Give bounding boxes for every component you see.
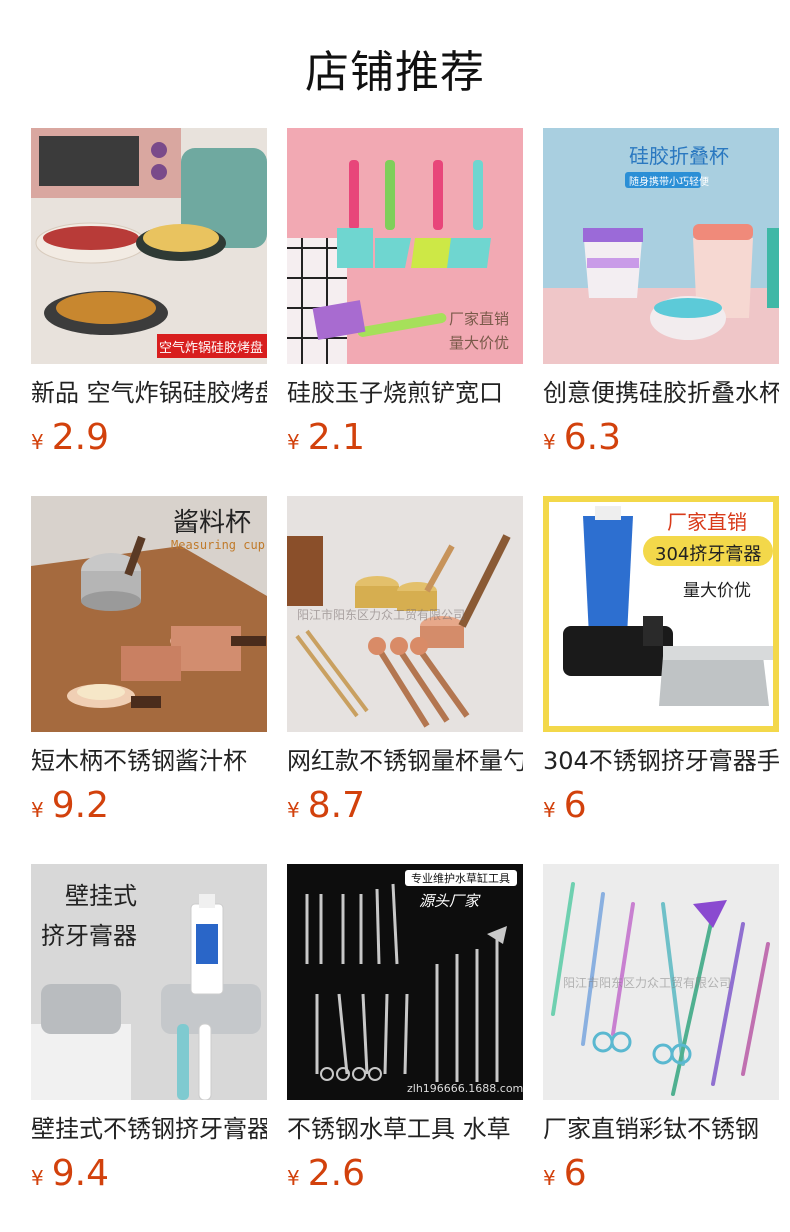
- product-name[interactable]: 网红款不锈钢量杯量勺: [287, 744, 523, 778]
- product-image[interactable]: 酱料杯 Measuring cup: [31, 496, 267, 732]
- price-value: 9.4: [51, 1153, 109, 1194]
- image-caption: 304挤牙膏器: [655, 544, 762, 565]
- product-name[interactable]: 不锈钢水草工具 水草: [287, 1112, 523, 1146]
- product-price: ¥2.1: [287, 416, 523, 460]
- product-card[interactable]: 壁挂式 挤牙膏器 壁挂式不锈钢挤牙膏器 ¥9.4: [31, 864, 267, 1196]
- product-name[interactable]: 304不锈钢挤牙膏器手: [543, 744, 779, 778]
- image-caption: Measuring cup: [171, 538, 265, 552]
- price-value: 6: [563, 1153, 587, 1194]
- product-price: ¥6.3: [543, 416, 779, 460]
- image-caption: 硅胶折叠杯: [629, 144, 729, 168]
- product-image[interactable]: 专业维护水草缸工具 源头厂家 zlh196666.1688.com: [287, 864, 523, 1100]
- product-card[interactable]: 阳江市阳东区力众工贸有限公司 网红款不锈钢量杯量勺 ¥8.7: [287, 496, 523, 828]
- currency-symbol: ¥: [287, 430, 300, 454]
- page-title: 店铺推荐: [305, 47, 485, 98]
- currency-symbol: ¥: [543, 798, 556, 822]
- product-name[interactable]: 厂家直销彩钛不锈钢: [543, 1112, 779, 1146]
- image-caption: 专业维护水草缸工具: [411, 872, 510, 885]
- product-image[interactable]: 硅胶折叠杯 随身携带 小巧轻便: [543, 128, 779, 364]
- price-value: 6: [563, 785, 587, 826]
- product-image[interactable]: 空气炸锅硅胶烤盘: [31, 128, 267, 364]
- product-card[interactable]: 酱料杯 Measuring cup 短木柄不锈钢酱汁杯 ¥9.2: [31, 496, 267, 828]
- price-value: 2.9: [51, 417, 109, 458]
- image-caption: 量大价优: [683, 581, 751, 601]
- price-value: 9.2: [51, 785, 109, 826]
- currency-symbol: ¥: [287, 1166, 300, 1190]
- watermark: 阳江市阳东区力众工贸有限公司: [563, 976, 732, 990]
- product-name[interactable]: 创意便携硅胶折叠水杯: [543, 376, 779, 410]
- price-value: 8.7: [307, 785, 365, 826]
- product-name[interactable]: 硅胶玉子烧煎铲宽口: [287, 376, 523, 410]
- image-caption: 酱料杯: [173, 508, 252, 538]
- product-card[interactable]: 厂家直销 304挤牙膏器 量大价优 304不锈钢挤牙膏器手 ¥6: [543, 496, 779, 828]
- product-card[interactable]: 空气炸锅硅胶烤盘 新品 空气炸锅硅胶烤盘 ¥2.9: [31, 128, 267, 460]
- currency-symbol: ¥: [287, 798, 300, 822]
- product-name[interactable]: 短木柄不锈钢酱汁杯: [31, 744, 267, 778]
- product-image[interactable]: 阳江市阳东区力众工贸有限公司: [543, 864, 779, 1100]
- product-card[interactable]: 专业维护水草缸工具 源头厂家 zlh196666.1688.com 不锈钢水草工…: [287, 864, 523, 1196]
- product-image[interactable]: 厂家直销 304挤牙膏器 量大价优: [543, 496, 779, 732]
- image-caption: 厂家直销: [667, 510, 747, 534]
- product-card[interactable]: 硅胶折叠杯 随身携带 小巧轻便 创意便携硅胶折叠水杯 ¥6.3: [543, 128, 779, 460]
- currency-symbol: ¥: [31, 798, 44, 822]
- product-price: ¥2.9: [31, 416, 267, 460]
- image-caption: 空气炸锅硅胶烤盘: [159, 341, 264, 356]
- watermark: 阳江市阳东区力众工贸有限公司: [297, 608, 466, 622]
- price-value: 2.1: [307, 417, 365, 458]
- product-price: ¥9.2: [31, 784, 267, 828]
- image-caption: 厂家直销: [449, 310, 510, 328]
- product-name[interactable]: 新品 空气炸锅硅胶烤盘: [31, 376, 267, 410]
- product-price: ¥6: [543, 1152, 779, 1196]
- currency-symbol: ¥: [543, 1166, 556, 1190]
- product-image[interactable]: 厂家直销 量大价优: [287, 128, 523, 364]
- product-card[interactable]: 厂家直销 量大价优 硅胶玉子烧煎铲宽口 ¥2.1: [287, 128, 523, 460]
- image-caption: 量大价优: [449, 334, 510, 352]
- product-card[interactable]: 阳江市阳东区力众工贸有限公司 厂家直销彩钛不锈钢 ¥6: [543, 864, 779, 1196]
- product-image[interactable]: 壁挂式 挤牙膏器: [31, 864, 267, 1100]
- product-price: ¥2.6: [287, 1152, 523, 1196]
- product-price: ¥9.4: [31, 1152, 267, 1196]
- product-image[interactable]: 阳江市阳东区力众工贸有限公司: [287, 496, 523, 732]
- product-name[interactable]: 壁挂式不锈钢挤牙膏器: [31, 1112, 267, 1146]
- image-caption: 源头厂家: [419, 892, 480, 910]
- image-caption: 壁挂式: [65, 882, 137, 910]
- product-price: ¥6: [543, 784, 779, 828]
- currency-symbol: ¥: [31, 1166, 44, 1190]
- product-price: ¥8.7: [287, 784, 523, 828]
- image-caption: zlh196666.1688.com: [407, 1082, 523, 1095]
- price-value: 6.3: [563, 417, 621, 458]
- image-caption: 小巧轻便: [669, 177, 709, 188]
- currency-symbol: ¥: [543, 430, 556, 454]
- image-caption: 随身携带: [629, 177, 669, 188]
- image-caption: 挤牙膏器: [41, 922, 137, 950]
- currency-symbol: ¥: [31, 430, 44, 454]
- price-value: 2.6: [307, 1153, 365, 1194]
